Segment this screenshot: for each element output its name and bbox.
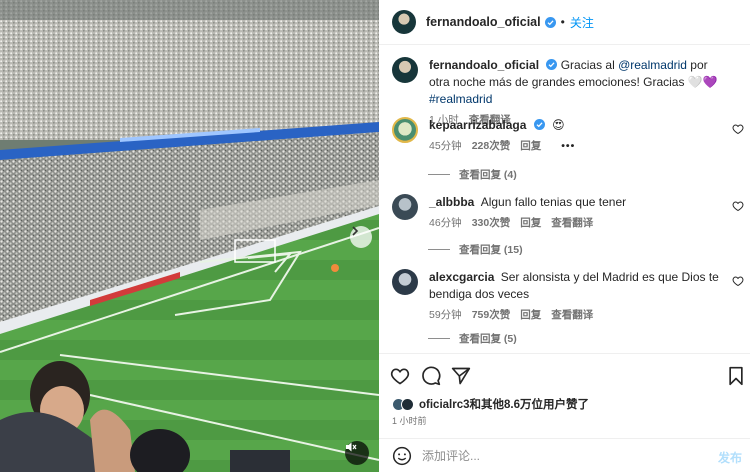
view-replies-label: 查看回复 (15) xyxy=(459,244,523,256)
comment-content: _albbba Algun fallo tenias que tener 46分… xyxy=(429,194,729,232)
next-media-button[interactable] xyxy=(350,226,372,248)
comment-avatar[interactable] xyxy=(392,269,418,295)
post-header: fernandoalo_oficial • 关注 xyxy=(379,0,750,45)
liker-username[interactable]: oficialrc3 xyxy=(419,399,470,411)
comment-likes-link[interactable]: 330次赞 xyxy=(472,215,511,232)
replies-divider-line xyxy=(428,249,450,250)
speaker-muted-icon xyxy=(346,442,357,452)
comment-time: 46分钟 xyxy=(429,217,462,229)
replies-divider-line xyxy=(428,174,450,175)
verified-badge-icon xyxy=(544,16,556,28)
mute-toggle-button[interactable] xyxy=(345,441,369,465)
header-separator: • xyxy=(560,15,565,29)
stadium-video-frame xyxy=(0,0,379,472)
author-avatar[interactable] xyxy=(392,10,416,34)
comment-reply-button[interactable]: 回复 xyxy=(520,138,541,155)
comment-input[interactable] xyxy=(422,449,702,463)
save-bookmark-icon[interactable] xyxy=(726,366,746,386)
author-username[interactable]: fernandoalo_oficial xyxy=(426,15,541,29)
comment-username[interactable]: alexcgarcia xyxy=(429,270,494,284)
comment-avatar[interactable] xyxy=(392,117,418,143)
comment-like-heart-icon[interactable] xyxy=(732,200,744,212)
post-detail-panel: fernandoalo_oficial • 关注 fernandoalo_ofi… xyxy=(379,0,750,472)
comment-username[interactable]: kepaarrizabalaga xyxy=(429,118,526,132)
comment-time: 59分钟 xyxy=(429,309,462,321)
comment-content: kepaarrizabalaga 😍 45分钟 228次赞 回复 ••• xyxy=(429,117,729,155)
comment-like-heart-icon[interactable] xyxy=(732,123,744,135)
post-media[interactable] xyxy=(0,0,379,472)
comment-bubble-icon[interactable] xyxy=(421,366,441,386)
view-replies-label: 查看回复 (5) xyxy=(459,333,517,345)
post-comment-button[interactable]: 发布 xyxy=(718,449,742,466)
view-replies-label: 查看回复 (4) xyxy=(459,169,517,181)
comment-more-options-button[interactable]: ••• xyxy=(561,138,575,155)
post-timestamp: 1 小时前 xyxy=(392,416,427,426)
likes-summary[interactable]: oficialrc3和其他8.6万位用户赞了 xyxy=(392,396,589,412)
add-comment-bar: 发布 xyxy=(379,438,750,472)
comment-text: Algun fallo tenias que tener xyxy=(480,195,627,209)
comment-likes-link[interactable]: 759次赞 xyxy=(472,307,511,324)
comment-likes-link[interactable]: 228次赞 xyxy=(472,138,511,155)
follow-button[interactable]: 关注 xyxy=(570,14,594,31)
verified-badge-icon xyxy=(533,119,545,130)
comment-translate-link[interactable]: 查看翻译 xyxy=(551,215,593,232)
comment-reply-button[interactable]: 回复 xyxy=(520,215,541,232)
comments-list[interactable]: fernandoalo_oficial Gracias al @realmadr… xyxy=(379,45,750,353)
comment-translate-link[interactable]: 查看翻译 xyxy=(551,307,593,324)
comment-username[interactable]: _albbba xyxy=(429,195,474,209)
verified-badge-icon xyxy=(546,59,558,70)
like-heart-icon[interactable] xyxy=(390,366,410,386)
caption-avatar[interactable] xyxy=(392,57,418,83)
view-replies-kepa[interactable]: 查看回复 (4) xyxy=(428,167,517,182)
view-replies-albbba[interactable]: 查看回复 (15) xyxy=(428,242,523,257)
caption-text-1: Gracias al xyxy=(560,58,619,72)
post-actions: oficialrc3和其他8.6万位用户赞了 1 小时前 发布 xyxy=(379,353,750,472)
emoji-smiley-icon[interactable] xyxy=(392,446,412,466)
share-send-icon[interactable] xyxy=(451,366,471,386)
view-replies-alexcgarcia[interactable]: 查看回复 (5) xyxy=(428,331,517,346)
chevron-right-icon xyxy=(352,226,359,236)
replies-divider-line xyxy=(428,338,450,339)
comment-reply-button[interactable]: 回复 xyxy=(520,307,541,324)
caption-mention-link[interactable]: @realmadrid xyxy=(618,58,687,72)
comment-time: 45分钟 xyxy=(429,140,462,152)
comment-content: alexcgarcia Ser alonsista y del Madrid e… xyxy=(429,269,729,324)
likes-count-text[interactable]: 和其他8.6万位用户赞了 xyxy=(470,399,590,411)
caption-username[interactable]: fernandoalo_oficial xyxy=(429,58,539,72)
liker-avatar xyxy=(401,397,414,411)
comment-like-heart-icon[interactable] xyxy=(732,275,744,287)
comment-text: 😍 xyxy=(552,118,565,132)
caption-hashtag-link[interactable]: #realmadrid xyxy=(429,92,492,106)
comment-avatar[interactable] xyxy=(392,194,418,220)
